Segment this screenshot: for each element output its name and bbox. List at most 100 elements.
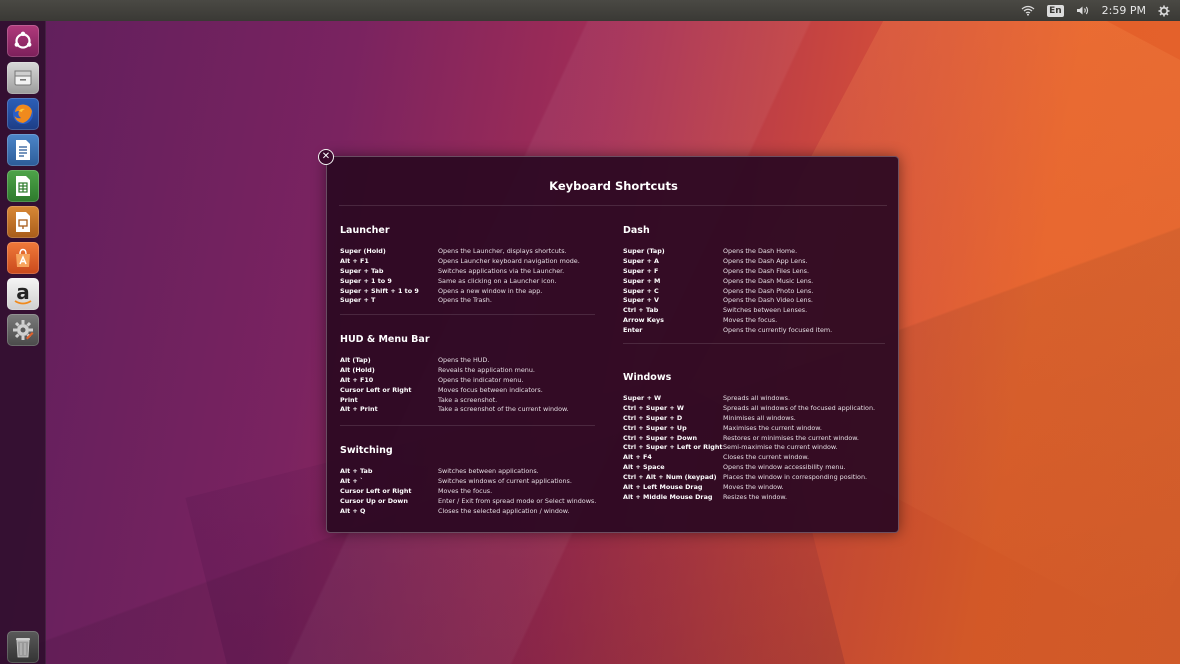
system-settings-icon[interactable]: [7, 314, 39, 346]
libreoffice-calc-icon[interactable]: [7, 170, 39, 202]
shortcut-description: Opens the Dash Files Lens.: [723, 266, 810, 275]
shortcut-row: Alt + Left Mouse Drag Moves the window.: [623, 482, 875, 492]
shortcut-key: Super + F: [623, 266, 659, 275]
gear-icon[interactable]: [1158, 5, 1170, 17]
shortcut-key: Alt + Middle Mouse Drag: [623, 492, 713, 501]
section-divider: [623, 343, 885, 344]
shortcut-description: Switches applications via the Launcher.: [438, 266, 565, 275]
firefox-icon[interactable]: [7, 98, 39, 130]
section-title: Launcher: [340, 225, 390, 236]
shortcut-description: Opens the Dash Video Lens.: [723, 296, 813, 305]
libreoffice-writer-icon[interactable]: [7, 134, 39, 166]
shortcut-key: Super + W: [623, 393, 662, 402]
shortcut-row: Alt + Q Closes the selected application /…: [340, 506, 596, 516]
shortcut-description: Enter / Exit from spread mode or Select …: [438, 496, 597, 505]
shortcut-row: Super (Hold) Opens the Launcher, displays…: [340, 246, 580, 256]
shortcut-row: Alt (Tap) Opens the HUD.: [340, 355, 569, 365]
shortcut-key: Super + C: [623, 286, 659, 295]
shortcut-description: Restores or minimises the current window…: [723, 433, 859, 442]
section-switching: Switching Alt + Tab Switches between appl…: [340, 445, 596, 515]
shortcut-description: Moves the focus.: [438, 486, 493, 495]
shortcut-row: Super + V Opens the Dash Video Lens.: [623, 295, 832, 305]
keyboard-layout-label: En: [1047, 4, 1064, 17]
section-hud-menu-bar: HUD & Menu Bar Alt (Tap) Opens the HUD. Al…: [340, 334, 569, 414]
section-dash: Dash Super (Tap) Opens the Dash Home. Supe…: [623, 225, 832, 335]
shortcut-key: Print: [340, 395, 358, 404]
shortcut-key: Alt + Tab: [340, 466, 373, 475]
shortcut-description: Opens the Launcher, displays shortcuts.: [438, 246, 567, 255]
shortcut-key: Super + A: [623, 256, 659, 265]
shortcut-row: Alt + ` Switches windows of current appli…: [340, 476, 596, 486]
keyboard-layout-indicator[interactable]: En: [1047, 4, 1064, 17]
shortcut-description: Closes the selected application / window…: [438, 506, 570, 515]
shortcut-key: Cursor Left or Right: [340, 385, 412, 394]
shortcut-key: Super + Tab: [340, 266, 384, 275]
shortcut-key: Alt (Hold): [340, 365, 375, 374]
overlay-title: Keyboard Shortcuts: [549, 179, 678, 193]
top-panel: En 2:59 PM: [0, 0, 1180, 21]
shortcut-row: Cursor Up or Down Enter / Exit from sprea…: [340, 496, 596, 506]
clock[interactable]: 2:59 PM: [1102, 4, 1146, 17]
section-title: Dash: [623, 225, 650, 236]
shortcut-row: Alt + F4 Closes the current window.: [623, 452, 875, 462]
amazon-icon[interactable]: a: [7, 278, 39, 310]
shortcut-description: Opens the Dash Photo Lens.: [723, 286, 814, 295]
shortcut-row: Ctrl + Super + D Minimises all windows.: [623, 413, 875, 423]
files-icon[interactable]: [7, 62, 39, 94]
shortcut-description: Opens the currently focused item.: [723, 326, 833, 335]
libreoffice-impress-icon[interactable]: [7, 206, 39, 238]
title-divider: [339, 205, 887, 206]
shortcut-row: Super + Tab Switches applications via the…: [340, 266, 580, 276]
shortcut-description: Moves the window.: [723, 482, 784, 491]
shortcut-key: Super (Hold): [340, 246, 386, 255]
shortcut-row: Arrow Keys Moves the focus.: [623, 315, 832, 325]
ubuntu-software-icon[interactable]: [7, 242, 39, 274]
shortcut-row: Alt + Space Opens the window accessibilit…: [623, 462, 875, 472]
shortcut-row: Alt + F10 Opens the indicator menu.: [340, 375, 569, 385]
launcher: a: [0, 21, 46, 664]
section-title: Windows: [623, 372, 672, 383]
shortcut-row: Super + A Opens the Dash App Lens.: [623, 256, 832, 266]
shortcut-description: Closes the current window.: [723, 453, 810, 462]
shortcut-description: Opens the Trash.: [438, 296, 492, 305]
ubuntu-dash-icon[interactable]: [7, 25, 39, 57]
shortcut-description: Opens the indicator menu.: [438, 375, 524, 384]
shortcut-row: Ctrl + Tab Switches between Lenses.: [623, 305, 832, 315]
close-button[interactable]: ✕: [318, 149, 334, 165]
shortcut-description: Switches between applications.: [438, 466, 539, 475]
shortcut-description: Minimises all windows.: [723, 413, 796, 422]
shortcut-description: Spreads all windows.: [723, 393, 790, 402]
shortcut-row: Ctrl + Super + Down Restores or minimises…: [623, 433, 875, 443]
shortcut-row: Cursor Left or Right Moves focus between …: [340, 385, 569, 395]
shortcut-key: Ctrl + Super + D: [623, 413, 683, 422]
wifi-icon[interactable]: [1021, 5, 1035, 16]
shortcut-description: Take a screenshot.: [438, 395, 498, 404]
section-launcher: Launcher Super (Hold) Opens the Launcher,…: [340, 225, 580, 305]
shortcut-description: Spreads all windows of the focused appli…: [723, 403, 876, 412]
volume-icon[interactable]: [1076, 5, 1090, 16]
shortcut-row: Alt (Hold) Reveals the application menu.: [340, 365, 569, 375]
shortcut-row: Super + M Opens the Dash Music Lens.: [623, 276, 832, 286]
shortcut-key: Alt + Left Mouse Drag: [623, 482, 703, 491]
shortcut-key: Ctrl + Super + Down: [623, 433, 698, 442]
shortcut-row: Super (Tap) Opens the Dash Home.: [623, 246, 832, 256]
section-divider: [340, 425, 595, 426]
shortcut-key: Alt + Print: [340, 405, 378, 414]
keyboard-shortcuts-overlay: Keyboard Shortcuts Launcher Super (Hold)…: [326, 156, 899, 533]
shortcut-description: Opens the Dash App Lens.: [723, 256, 808, 265]
shortcut-key: Cursor Up or Down: [340, 496, 408, 505]
shortcut-description: Places the window in corresponding posit…: [723, 473, 868, 482]
shortcut-key: Ctrl + Super + Left or Right: [623, 443, 723, 452]
shortcut-row: Super + C Opens the Dash Photo Lens.: [623, 286, 832, 296]
trash-icon[interactable]: [7, 631, 39, 663]
shortcut-key: Super + M: [623, 276, 661, 285]
shortcut-description: Resizes the window.: [723, 492, 788, 501]
shortcut-description: Semi-maximise the current window.: [723, 443, 838, 452]
shortcut-description: Take a screenshot of the current window.: [438, 405, 569, 414]
shortcut-key: Ctrl + Super + Up: [623, 423, 687, 432]
shortcut-row: Super + 1 to 9 Same as clicking on a Laun…: [340, 276, 580, 286]
shortcut-key: Super (Tap): [623, 246, 665, 255]
shortcut-description: Opens the Dash Music Lens.: [723, 276, 814, 285]
section-windows: Windows Super + W Spreads all windows. Ctr…: [623, 372, 875, 502]
shortcut-description: Opens the HUD.: [438, 355, 490, 364]
